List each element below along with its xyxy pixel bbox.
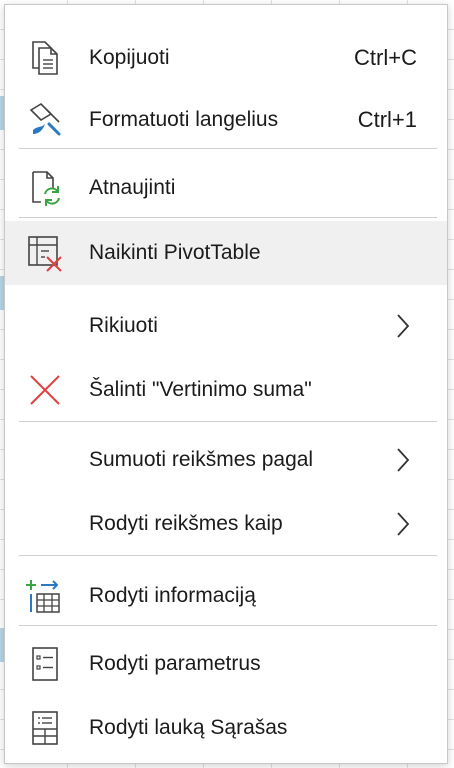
menu-separator bbox=[19, 625, 437, 626]
chevron-right-icon bbox=[393, 446, 413, 474]
menu-item-summarize-values-by[interactable]: Sumuoti reikšmes pagal bbox=[5, 431, 447, 489]
menu-item-show-values-as[interactable]: Rodyti reikšmes kaip bbox=[5, 495, 447, 553]
copy-icon bbox=[23, 36, 67, 80]
menu-item-label: Rodyti parametrus bbox=[89, 652, 261, 675]
menu-item-show-field-list[interactable]: Rodyti lauką Sąrašas bbox=[5, 699, 447, 757]
menu-item-copy[interactable]: Kopijuoti Ctrl+C bbox=[5, 29, 447, 87]
options-icon bbox=[23, 642, 67, 686]
menu-separator bbox=[19, 555, 437, 556]
menu-separator bbox=[19, 421, 437, 422]
chevron-right-icon bbox=[393, 312, 413, 340]
menu-item-label: Rodyti lauką Sąrašas bbox=[89, 716, 288, 739]
menu-item-format-cells[interactable]: Formatuoti langelius Ctrl+1 bbox=[5, 91, 447, 149]
menu-separator bbox=[19, 217, 437, 218]
menu-item-label: Naikinti PivotTable bbox=[89, 241, 261, 264]
chevron-right-icon bbox=[393, 510, 413, 538]
remove-field-icon bbox=[23, 368, 67, 412]
menu-item-delete-pivottable[interactable]: Naikinti PivotTable bbox=[5, 221, 447, 285]
format-cells-icon bbox=[23, 98, 67, 142]
delete-pivottable-icon bbox=[23, 231, 67, 275]
menu-item-sort[interactable]: Rikiuoti bbox=[5, 297, 447, 355]
menu-item-remove-field[interactable]: Šalinti "Vertinimo suma" bbox=[5, 361, 447, 419]
menu-item-label: Atnaujinti bbox=[89, 176, 176, 199]
refresh-icon bbox=[23, 166, 67, 210]
menu-item-label: Rodyti reikšmes kaip bbox=[89, 512, 283, 535]
menu-item-label: Formatuoti langelius bbox=[89, 108, 279, 131]
menu-separator bbox=[19, 148, 437, 149]
shortcut-label: Ctrl+1 bbox=[357, 107, 417, 132]
field-list-icon bbox=[23, 706, 67, 750]
menu-item-refresh[interactable]: Atnaujinti bbox=[5, 159, 447, 217]
menu-item-label: Šalinti "Vertinimo suma" bbox=[89, 378, 312, 401]
menu-item-show-options[interactable]: Rodyti parametrus bbox=[5, 635, 447, 693]
shortcut-label: Ctrl+C bbox=[354, 45, 417, 70]
menu-item-show-details[interactable]: Rodyti informaciją bbox=[5, 567, 447, 625]
menu-item-label: Rodyti informaciją bbox=[89, 584, 256, 607]
show-details-icon bbox=[23, 574, 67, 618]
menu-item-label: Rikiuoti bbox=[89, 314, 158, 337]
menu-item-label: Kopijuoti bbox=[89, 46, 170, 69]
context-menu: Kopijuoti Ctrl+C Formatuoti langelius Ct… bbox=[4, 4, 448, 764]
menu-item-label: Sumuoti reikšmes pagal bbox=[89, 448, 314, 471]
